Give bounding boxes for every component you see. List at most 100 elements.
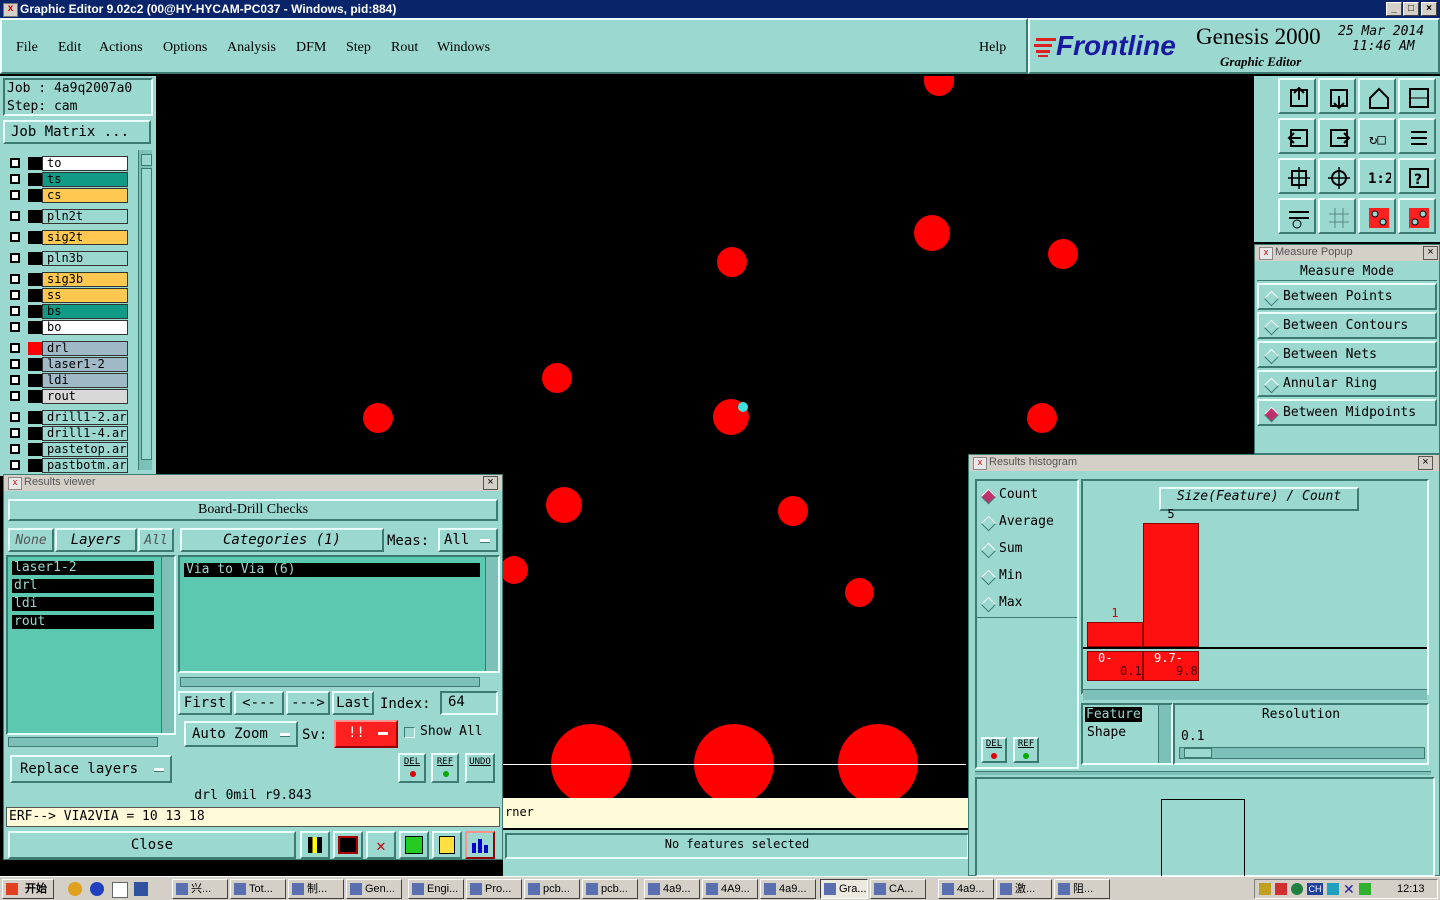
layer-checkbox[interactable] xyxy=(10,274,20,284)
layer-checkbox[interactable] xyxy=(10,190,20,200)
flip-button[interactable] xyxy=(1398,118,1436,154)
layer-name[interactable]: to xyxy=(42,156,128,171)
layer-color-swatch[interactable] xyxy=(28,374,42,387)
taskbar-item[interactable]: pcb... xyxy=(524,879,580,899)
del-button[interactable]: DEL xyxy=(398,753,426,783)
tray-icon-network[interactable] xyxy=(1327,883,1339,895)
layer-row[interactable]: rout xyxy=(6,389,128,404)
board-drill-checks-header[interactable]: Board-Drill Checks xyxy=(8,499,498,521)
resolution-slider-handle[interactable] xyxy=(1184,748,1212,758)
layer-row[interactable]: to xyxy=(6,156,128,171)
replace-layers-dropdown[interactable]: Replace layers xyxy=(10,755,172,783)
tray-icon-s[interactable] xyxy=(1359,883,1371,895)
results-viewer-close-icon[interactable]: × xyxy=(483,476,498,490)
layer-color-swatch[interactable] xyxy=(28,427,42,440)
layer-checkbox[interactable] xyxy=(10,232,20,242)
hist-del-button[interactable]: DEL xyxy=(981,737,1007,763)
layer-color-swatch[interactable] xyxy=(28,157,42,170)
layer-name[interactable]: sig3b xyxy=(42,272,128,287)
chart-hscroll[interactable] xyxy=(1083,689,1427,700)
hist-option-max[interactable]: Max xyxy=(977,595,1077,615)
layer-checkbox[interactable] xyxy=(10,428,20,438)
layer-row[interactable]: ss xyxy=(6,288,128,303)
snap-alt-button[interactable] xyxy=(1398,198,1436,234)
restore-button[interactable]: □ xyxy=(1403,2,1419,16)
layer-name[interactable]: drl xyxy=(42,341,128,356)
taskbar-item[interactable]: Engi... xyxy=(408,879,464,899)
layer-color-swatch[interactable] xyxy=(28,411,42,424)
save-icon[interactable] xyxy=(134,882,148,896)
compare-icon-button[interactable] xyxy=(399,831,429,859)
tray-icon-globe[interactable] xyxy=(1291,883,1303,895)
layer-name[interactable]: bs xyxy=(42,304,128,319)
layer-row[interactable]: drill1-4.art xyxy=(6,426,128,441)
zoom-center-button[interactable] xyxy=(1318,158,1356,194)
radio-icon[interactable] xyxy=(1263,377,1280,394)
next-button[interactable]: ---> xyxy=(286,691,330,715)
help-button[interactable]: ? xyxy=(1398,158,1436,194)
hist-option-min[interactable]: Min xyxy=(977,568,1077,588)
radio-icon[interactable] xyxy=(980,596,997,613)
layer-name[interactable]: laser1-2 xyxy=(42,357,128,372)
layer-color-swatch[interactable] xyxy=(28,443,42,456)
taskbar-item[interactable]: 4a9... xyxy=(644,879,700,899)
layer-name[interactable]: ldi xyxy=(42,373,128,388)
layer-row[interactable]: laser1-2 xyxy=(6,357,128,372)
first-button[interactable]: First xyxy=(178,691,232,715)
bar-range-label[interactable]: 9.7- 9.8 xyxy=(1143,651,1199,681)
layer-checkbox[interactable] xyxy=(10,343,20,353)
layer-row[interactable]: sig2t xyxy=(6,230,128,245)
measure-option-between-points[interactable]: Between Points xyxy=(1257,283,1437,310)
menu-actions[interactable]: Actions xyxy=(99,40,143,56)
histogram-bar[interactable] xyxy=(1087,622,1143,647)
pane-divider[interactable] xyxy=(975,771,1431,775)
home-button[interactable] xyxy=(1358,78,1396,114)
zoom-fit-button[interactable] xyxy=(1278,158,1316,194)
feature-shape-list[interactable]: Feature Shape xyxy=(1081,703,1173,765)
meas-dropdown[interactable]: All xyxy=(438,528,498,552)
layer-color-swatch[interactable] xyxy=(28,252,42,265)
tray-icon-pen[interactable] xyxy=(1259,883,1271,895)
taskbar-item[interactable]: 激... xyxy=(996,879,1052,899)
measure-popup-close-icon[interactable]: × xyxy=(1423,246,1438,260)
layer-name[interactable]: bo xyxy=(42,320,128,335)
layer-checkbox[interactable] xyxy=(10,412,20,422)
radio-icon[interactable] xyxy=(980,515,997,532)
monitor-icon-button[interactable] xyxy=(333,831,363,859)
layer-row[interactable]: pln2t xyxy=(6,209,128,224)
layer-results-list[interactable]: laser1-2 drl ldi rout xyxy=(6,555,176,735)
view-right-button[interactable] xyxy=(1318,118,1356,154)
layer-row[interactable]: pastbotm.art xyxy=(6,458,128,473)
layer-row[interactable]: pln3b xyxy=(6,251,128,266)
layer-color-swatch[interactable] xyxy=(28,342,42,355)
tray-icon-x[interactable]: ✕ xyxy=(1343,881,1355,898)
layer-row[interactable]: bo xyxy=(6,320,128,335)
layer-name[interactable]: pln3b xyxy=(42,251,128,266)
language-indicator[interactable]: CH xyxy=(1307,883,1323,895)
layer-checkbox[interactable] xyxy=(10,290,20,300)
layer-checkbox[interactable] xyxy=(10,158,20,168)
measure-popup-title-bar[interactable]: x Measure Popup × xyxy=(1255,245,1439,261)
start-button[interactable]: 开始 xyxy=(2,879,54,899)
palette-icon-button[interactable] xyxy=(300,831,330,859)
taskbar-item[interactable]: pcb... xyxy=(582,879,638,899)
layer-scrollbar[interactable] xyxy=(138,150,152,470)
results-viewer-title-bar[interactable]: x Results viewer × xyxy=(4,475,502,491)
result-layer-item[interactable]: drl xyxy=(12,579,154,593)
show-all-checkbox[interactable] xyxy=(404,727,415,738)
taskbar-item[interactable]: 制... xyxy=(288,879,344,899)
result-layer-item[interactable]: rout xyxy=(12,615,154,629)
layer-name[interactable]: rout xyxy=(42,389,128,404)
taskbar-item[interactable]: 4a9... xyxy=(938,879,994,899)
auto-zoom-dropdown[interactable]: Auto Zoom xyxy=(184,721,298,747)
view-down-button[interactable] xyxy=(1318,78,1356,114)
taskbar-item[interactable]: Tot... xyxy=(230,879,286,899)
notes-icon-button[interactable] xyxy=(432,831,462,859)
view-up-button[interactable] xyxy=(1278,78,1316,114)
layer-list-scrollbar[interactable] xyxy=(161,557,174,733)
view-left-button[interactable] xyxy=(1278,118,1316,154)
prev-button[interactable]: <--- xyxy=(234,691,284,715)
layer-name[interactable]: drill1-4.art xyxy=(42,426,128,441)
feature-label[interactable]: Feature xyxy=(1085,707,1142,722)
menu-options[interactable]: Options xyxy=(163,40,207,56)
